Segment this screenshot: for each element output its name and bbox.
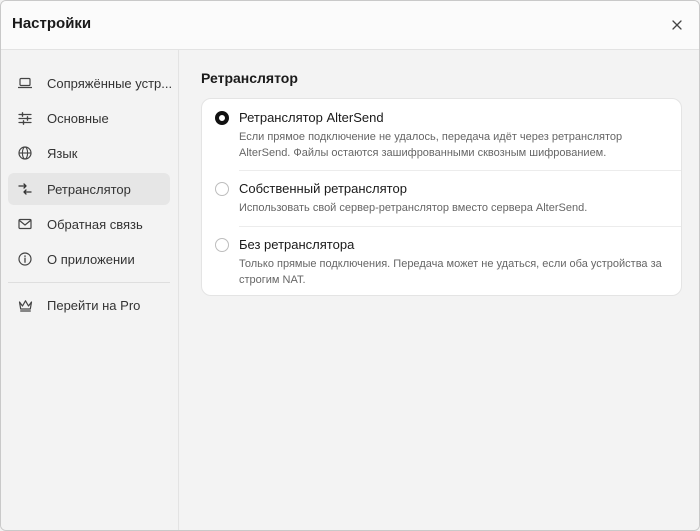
sidebar-item-relay[interactable]: Ретранслятор	[8, 173, 170, 205]
option-altersend-relay[interactable]: Ретранслятор AlterSend Если прямое подкл…	[202, 99, 681, 170]
page-title: Ретранслятор	[201, 70, 298, 86]
laptop-icon	[17, 75, 33, 91]
option-description: Если прямое подключение не удалось, пере…	[239, 131, 623, 159]
relay-icon	[17, 181, 33, 197]
sidebar-item-label: О приложении	[47, 251, 135, 267]
sidebar-item-label: Сопряжённые устр...	[47, 75, 173, 91]
option-title: Без ретранслятора	[239, 237, 355, 252]
title-bar: Настройки	[1, 1, 699, 50]
sidebar: Сопряжённые устр... Основные Язык Ретран…	[1, 50, 179, 530]
option-description: Только прямые подключения. Передача може…	[239, 258, 662, 286]
window-title: Настройки	[12, 15, 92, 32]
sidebar-divider	[8, 282, 170, 283]
sidebar-item-language[interactable]: Язык	[8, 137, 170, 169]
sidebar-item-about[interactable]: О приложении	[8, 243, 170, 275]
sidebar-item-go-pro[interactable]: Перейти на Pro	[8, 289, 170, 321]
main-content: Ретранслятор Ретранслятор AlterSend Если…	[180, 50, 699, 530]
sidebar-item-label: Перейти на Pro	[47, 297, 141, 313]
mail-icon	[17, 216, 33, 232]
sidebar-item-paired-devices[interactable]: Сопряжённые устр...	[8, 67, 173, 99]
sidebar-item-feedback[interactable]: Обратная связь	[8, 208, 170, 240]
sidebar-item-label: Язык	[47, 145, 78, 161]
info-icon	[17, 251, 33, 267]
option-description: Использовать свой сервер-ретранслятор вм…	[239, 202, 588, 214]
settings-window: Настройки Сопряжённые устр... Основные Я…	[0, 0, 700, 531]
option-custom-relay[interactable]: Собственный ретранслятор Использовать св…	[202, 171, 681, 226]
option-no-relay[interactable]: Без ретранслятора Только прямые подключе…	[202, 227, 681, 295]
close-button[interactable]	[669, 17, 685, 33]
sidebar-item-label: Ретранслятор	[47, 181, 131, 197]
crown-icon	[17, 297, 33, 313]
sidebar-item-label: Обратная связь	[47, 216, 143, 232]
sidebar-item-label: Основные	[47, 110, 109, 126]
sidebar-item-general[interactable]: Основные	[8, 102, 170, 134]
radio-button-selected[interactable]	[215, 111, 229, 125]
sliders-icon	[17, 110, 33, 126]
radio-button[interactable]	[215, 182, 229, 196]
radio-button[interactable]	[215, 238, 229, 252]
relay-options-card: Ретранслятор AlterSend Если прямое подкл…	[201, 98, 682, 296]
option-title: Ретранслятор AlterSend	[239, 110, 384, 125]
globe-icon	[17, 145, 33, 161]
option-title: Собственный ретранслятор	[239, 181, 407, 196]
close-icon	[672, 20, 682, 30]
